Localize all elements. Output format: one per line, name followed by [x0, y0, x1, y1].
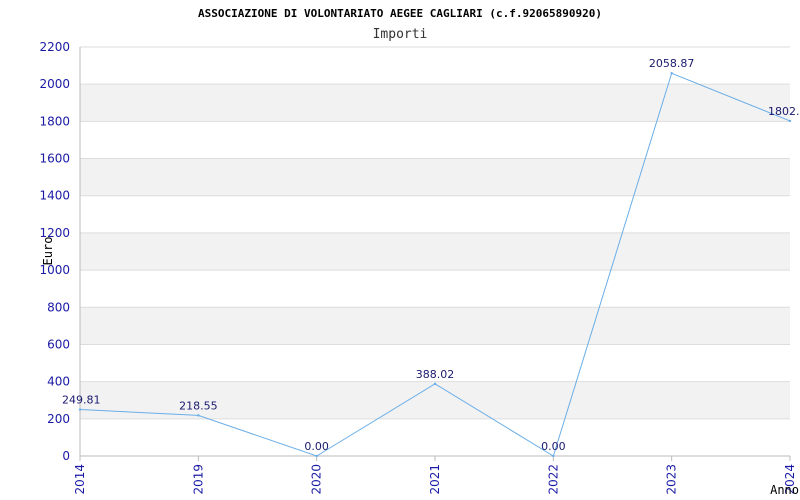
- x-tick-label: 2019: [191, 464, 205, 495]
- data-label: 249.81: [62, 394, 101, 407]
- grid-band: [80, 158, 790, 196]
- x-tick-labels: 2014 2019 2020 2021 2022 2023 2024: [73, 456, 797, 495]
- x-tick-label: 2022: [546, 464, 560, 495]
- data-point: [670, 72, 673, 75]
- grid-band: [80, 307, 790, 345]
- data-label: 0.00: [304, 440, 329, 453]
- grid-band: [80, 232, 790, 271]
- y-tick-label: 0: [62, 449, 70, 463]
- x-tick-label: 2020: [310, 464, 324, 495]
- y-tick-label: 1600: [39, 152, 70, 166]
- y-tick-label: 600: [47, 337, 70, 351]
- data-label: 218.55: [179, 399, 218, 412]
- data-label: 1802.2: [768, 105, 800, 118]
- y-axis-label: Euro: [41, 237, 55, 266]
- data-point: [315, 454, 318, 458]
- x-tick-label: 2014: [73, 464, 87, 495]
- y-tick-label: 200: [47, 412, 70, 426]
- y-tick-label: 2200: [39, 40, 70, 54]
- grid-band: [80, 84, 790, 122]
- chart-title: ASSOCIAZIONE DI VOLONTARIATO AEGEE CAGLI…: [198, 7, 602, 20]
- data-point: [552, 454, 555, 458]
- x-axis-label: Anno: [770, 483, 799, 497]
- y-tick-label: 800: [47, 300, 70, 314]
- y-tick-label: 1400: [39, 189, 70, 203]
- x-tick-label: 2021: [428, 464, 442, 495]
- data-point: [788, 119, 792, 123]
- chart: ASSOCIAZIONE DI VOLONTARIATO AEGEE CAGLI…: [39, 7, 800, 497]
- data-point: [78, 408, 82, 411]
- data-point: [433, 382, 437, 386]
- y-tick-label: 2000: [39, 77, 70, 91]
- data-label: 2058.87: [649, 57, 695, 70]
- data-label: 388.02: [416, 368, 455, 381]
- data-label: 0.00: [541, 440, 566, 453]
- x-tick-label: 2023: [665, 464, 679, 495]
- y-tick-label: 400: [47, 375, 70, 389]
- data-point: [197, 414, 200, 417]
- chart-subtitle: Importi: [373, 27, 428, 42]
- y-tick-label: 1800: [39, 114, 70, 128]
